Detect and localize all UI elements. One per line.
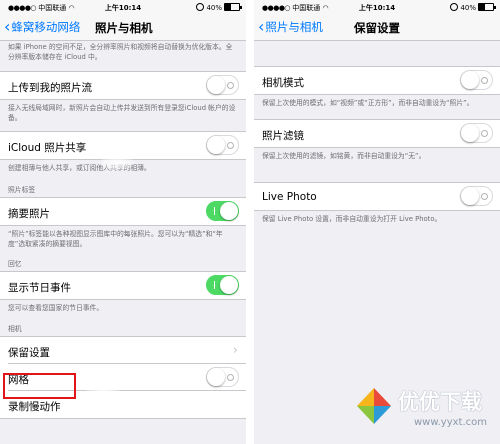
live-photo-label: Live Photo: [262, 191, 317, 203]
preserve-settings-row[interactable]: 保留设置 ›: [0, 337, 246, 364]
settings-preserve-screen: ●●●●○ 中国联通 ◠ 上午10:14 40% ‹照片与相机 保留设置 相机模…: [254, 0, 500, 444]
watermark-url: www.yyxt.com: [414, 417, 488, 428]
live-photo-toggle[interactable]: [460, 186, 493, 206]
holidays-group: 显示节日事件: [0, 271, 246, 300]
back-button[interactable]: ‹蜂窝移动网络: [4, 19, 80, 35]
summary-label: 摘要照片: [8, 208, 50, 220]
photo-filter-row: 照片滤镜: [254, 120, 500, 147]
page-title: 照片与相机: [95, 21, 153, 35]
grid-toggle[interactable]: [206, 367, 239, 387]
live-photo-row: Live Photo: [254, 183, 500, 210]
navigation-bar: ‹蜂窝移动网络 照片与相机: [0, 14, 246, 41]
photo-stream-note: 接入无线局域网时，新照片会自动上传并发送到所有登录您iCloud 帐户的设备。: [8, 104, 236, 122]
chevron-right-icon: ›: [232, 343, 238, 358]
alarm-icon: [450, 3, 459, 11]
camera-mode-label: 相机模式: [262, 77, 304, 89]
icloud-sharing-toggle[interactable]: [206, 135, 239, 155]
icloud-sharing-label: iCloud 照片共享: [8, 142, 87, 154]
summary-toggle[interactable]: [206, 201, 239, 221]
watermark-sparkle: [86, 382, 120, 396]
photo-filter-note: 保留上次使用的滤镜，如铭黄，而非自动重设为“无”。: [262, 152, 426, 160]
status-bar: ●●●●○ 中国联通 ◠ 上午10:14 40%: [254, 0, 500, 14]
battery-icon: [478, 3, 496, 11]
photo-filter-toggle[interactable]: [460, 123, 493, 143]
chevron-left-icon: ‹: [4, 17, 11, 36]
slowmo-label: 录制慢动作: [8, 401, 61, 413]
watermark-sparkle: [100, 156, 134, 170]
photo-filter-label: 照片滤镜: [262, 130, 304, 142]
camera-mode-note: 保留上次使用的模式，如“视频”或“正方形”，而非自动重设为“照片”。: [262, 99, 474, 107]
holidays-row: 显示节日事件: [0, 272, 246, 299]
icloud-sharing-row: iCloud 照片共享: [0, 132, 246, 159]
preserve-settings-label: 保留设置: [8, 347, 50, 359]
photos-tab-header: 照片标签: [8, 186, 36, 194]
live-photo-group: Live Photo: [254, 182, 500, 211]
highlight-annotation: [3, 373, 76, 399]
battery-percent: 40%: [206, 4, 222, 12]
status-bar: ●●●●○ 中国联通 ◠ 上午10:14 40%: [0, 0, 246, 14]
memories-header: 回忆: [8, 260, 22, 268]
alarm-icon: [196, 3, 205, 11]
site-watermark: 优优下载 www.yyxt.com: [354, 386, 494, 438]
camera-mode-row: 相机模式: [254, 67, 500, 94]
holidays-label: 显示节日事件: [8, 282, 71, 294]
summary-row: 摘要照片: [0, 198, 246, 225]
summary-group: 摘要照片: [0, 197, 246, 226]
summary-note: “照片”标签能以各种视图显示图库中的每张照片。您可以为“精选”和“年度”选取紧凑…: [8, 230, 223, 248]
settings-photos-camera-screen: ●●●●○ 中国联通 ◠ 上午10:14 40% ‹蜂窝移动网络 照片与相机 如…: [0, 0, 246, 444]
camera-header: 相机: [8, 325, 22, 333]
back-label: 蜂窝移动网络: [11, 20, 81, 34]
holidays-toggle[interactable]: [206, 275, 239, 295]
storage-note: 如果 iPhone 的空间不足，全分辨率照片和视频将自动替换为优化版本。全分辨率…: [8, 43, 233, 61]
photo-filter-group: 照片滤镜: [254, 119, 500, 148]
photo-stream-label: 上传到我的照片流: [8, 82, 92, 94]
photo-stream-row: 上传到我的照片流: [0, 72, 246, 99]
photo-stream-toggle[interactable]: [206, 75, 239, 95]
battery-percent: 40%: [460, 4, 476, 12]
navigation-bar: ‹照片与相机 保留设置: [254, 14, 500, 41]
watermark-title: 优优下载: [398, 390, 482, 414]
page-title: 保留设置: [354, 21, 400, 35]
photo-stream-group: 上传到我的照片流: [0, 71, 246, 100]
watermark-logo: [357, 388, 391, 424]
camera-mode-toggle[interactable]: [460, 70, 493, 90]
battery-icon: [224, 3, 242, 11]
holidays-note: 您可以查看您国家的节日事件。: [8, 304, 104, 312]
live-photo-note: 保留 Live Photo 设置，而非自动重设为打开 Live Photo。: [262, 215, 442, 223]
camera-mode-group: 相机模式: [254, 66, 500, 95]
